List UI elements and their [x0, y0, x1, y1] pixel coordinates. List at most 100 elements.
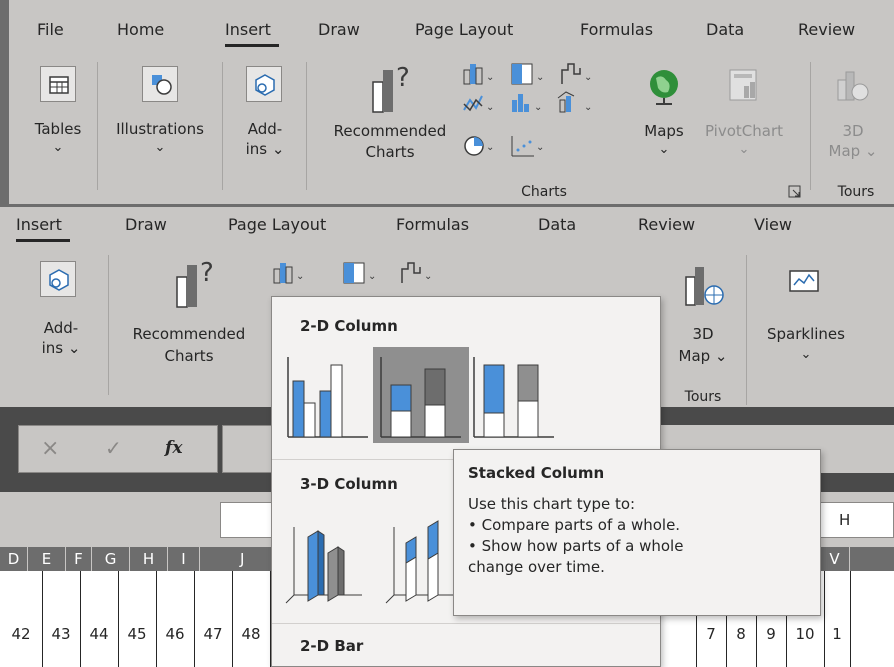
- svg-text:⌄: ⌄: [296, 271, 304, 282]
- name-box[interactable]: [220, 502, 276, 538]
- insert-function-button[interactable]: fx: [165, 438, 182, 458]
- svg-text:⌄: ⌄: [584, 102, 592, 113]
- 100-stacked-column-option[interactable]: [466, 347, 562, 443]
- tours-group-label: Tours: [684, 389, 722, 405]
- svg-text:⌄: ⌄: [536, 142, 544, 153]
- active-tab-indicator: [225, 44, 279, 47]
- clustered-column-option[interactable]: [280, 347, 376, 443]
- tab-data[interactable]: Data: [538, 215, 576, 234]
- tooltip-title: Stacked Column: [468, 464, 605, 482]
- column-header[interactable]: D: [0, 547, 28, 571]
- tab-file[interactable]: File: [37, 20, 64, 39]
- svg-text:⌄: ⌄: [584, 72, 592, 83]
- tables-button[interactable]: Tables ⌄: [28, 62, 88, 172]
- dialog-launcher-icon[interactable]: [788, 184, 802, 198]
- divider: [97, 62, 98, 190]
- cell-value[interactable]: 48: [232, 625, 270, 643]
- 3d-map-label: 3D: [692, 325, 714, 343]
- tab-review[interactable]: Review: [798, 20, 855, 39]
- tab-home[interactable]: Home: [117, 20, 164, 39]
- illustrations-label: Illustrations: [116, 120, 204, 138]
- sparkline-icon: [786, 265, 822, 297]
- tab-draw[interactable]: Draw: [318, 20, 360, 39]
- cell-value[interactable]: 44: [80, 625, 118, 643]
- column-header[interactable]: J: [200, 547, 272, 571]
- formula-input[interactable]: [222, 425, 274, 473]
- sparklines-button[interactable]: Sparklines ⌄: [756, 257, 856, 367]
- svg-text:⌄: ⌄: [424, 271, 432, 282]
- tab-view[interactable]: View: [754, 215, 792, 234]
- stacked-column-option[interactable]: [373, 347, 469, 443]
- column-header[interactable]: E: [28, 547, 66, 571]
- 3d-map-button[interactable]: 3D Map ⌄ Tours: [668, 257, 738, 407]
- cell-value[interactable]: 43: [42, 625, 80, 643]
- enter-button[interactable]: ✓: [105, 436, 122, 460]
- section-title-3d-column: 3-D Column: [300, 475, 398, 493]
- svg-text:⌄: ⌄: [534, 102, 542, 113]
- cell-value[interactable]: 10: [786, 625, 824, 643]
- search-box[interactable]: H: [820, 502, 894, 538]
- divider: [108, 255, 109, 395]
- tab-formulas[interactable]: Formulas: [580, 20, 653, 39]
- cell-value[interactable]: 8: [726, 625, 756, 643]
- divider: [306, 62, 307, 190]
- chart-type-gallery: ⌄ ⌄ ⌄ ⌄ ⌄ ⌄ ⌄ ⌄: [462, 60, 642, 170]
- clustered-column-icon: [287, 357, 368, 438]
- chevron-down-icon: ⌄: [800, 347, 812, 362]
- pivotchart-button[interactable]: PivotChart ⌄: [696, 62, 792, 172]
- column-header[interactable]: I: [168, 547, 200, 571]
- cell-value[interactable]: 47: [194, 625, 232, 643]
- column-header[interactable]: V: [820, 547, 850, 571]
- maps-button[interactable]: Maps ⌄: [636, 62, 692, 172]
- recommended-charts-button[interactable]: ? Recommended Charts: [320, 62, 460, 172]
- column-header[interactable]: G: [92, 547, 130, 571]
- chevron-down-icon: ⌄: [738, 142, 750, 157]
- cell-value[interactable]: 9: [756, 625, 786, 643]
- chevron-down-icon: ⌄: [154, 140, 166, 155]
- hierarchy-chart-icon: ⌄: [343, 262, 376, 284]
- column-chart-icon: ⌄: [273, 263, 304, 284]
- addins-label-2: ins ⌄: [245, 140, 285, 158]
- cancel-button[interactable]: ×: [41, 436, 59, 461]
- cell-value[interactable]: 1: [824, 625, 850, 643]
- tab-data[interactable]: Data: [706, 20, 744, 39]
- pivotchart-label: PivotChart: [704, 122, 784, 140]
- tab-insert[interactable]: Insert: [16, 215, 62, 234]
- cell-value[interactable]: 7: [696, 625, 726, 643]
- cell-value[interactable]: 46: [156, 625, 194, 643]
- chart-type-row: ⌄ ⌄ ⌄: [272, 259, 472, 289]
- recommended-charts-label-2: Charts: [164, 347, 214, 365]
- tab-review[interactable]: Review: [638, 215, 695, 234]
- tab-draw[interactable]: Draw: [125, 215, 167, 234]
- tooltip-line: change over time.: [468, 558, 605, 576]
- 3d-map-button[interactable]: 3D Map ⌄: [818, 62, 888, 172]
- tables-label: Tables: [34, 120, 82, 138]
- addins-label-2: ins ⌄: [41, 339, 81, 357]
- stacked-column-icon: [380, 357, 461, 438]
- illustrations-button[interactable]: Illustrations ⌄: [110, 62, 210, 172]
- stacked-column-tooltip: Stacked Column Use this chart type to: •…: [453, 449, 821, 616]
- tab-page-layout[interactable]: Page Layout: [228, 215, 326, 234]
- addins-label: Add-: [247, 120, 283, 138]
- pivotchart-icon: [726, 66, 762, 106]
- tab-formulas[interactable]: Formulas: [396, 215, 469, 234]
- 3d-clustered-column-option[interactable]: [282, 507, 372, 607]
- line-chart-icon: ⌄: [463, 95, 494, 113]
- ribbon-insert-top: File Home Insert Draw Page Layout Formul…: [0, 0, 894, 207]
- svg-text:⌄: ⌄: [486, 142, 494, 153]
- recommended-charts-button[interactable]: ? Recommended Charts: [114, 257, 264, 367]
- addin-icon: [40, 261, 76, 297]
- svg-text:⌄: ⌄: [368, 271, 376, 282]
- waterfall-chart-icon: ⌄: [401, 262, 432, 283]
- tab-page-layout[interactable]: Page Layout: [415, 20, 513, 39]
- addins-button[interactable]: Add- ins ⌄: [232, 62, 298, 172]
- addins-button[interactable]: Add- ins ⌄: [28, 257, 94, 367]
- cell-value[interactable]: 42: [2, 625, 40, 643]
- svg-text:⌄: ⌄: [486, 102, 494, 113]
- column-header[interactable]: F: [66, 547, 92, 571]
- 100-stacked-column-icon: [473, 357, 554, 438]
- cell-value[interactable]: 45: [118, 625, 156, 643]
- column-header[interactable]: H: [130, 547, 168, 571]
- tooltip-line: Use this chart type to:: [468, 495, 636, 513]
- tab-insert[interactable]: Insert: [225, 20, 271, 39]
